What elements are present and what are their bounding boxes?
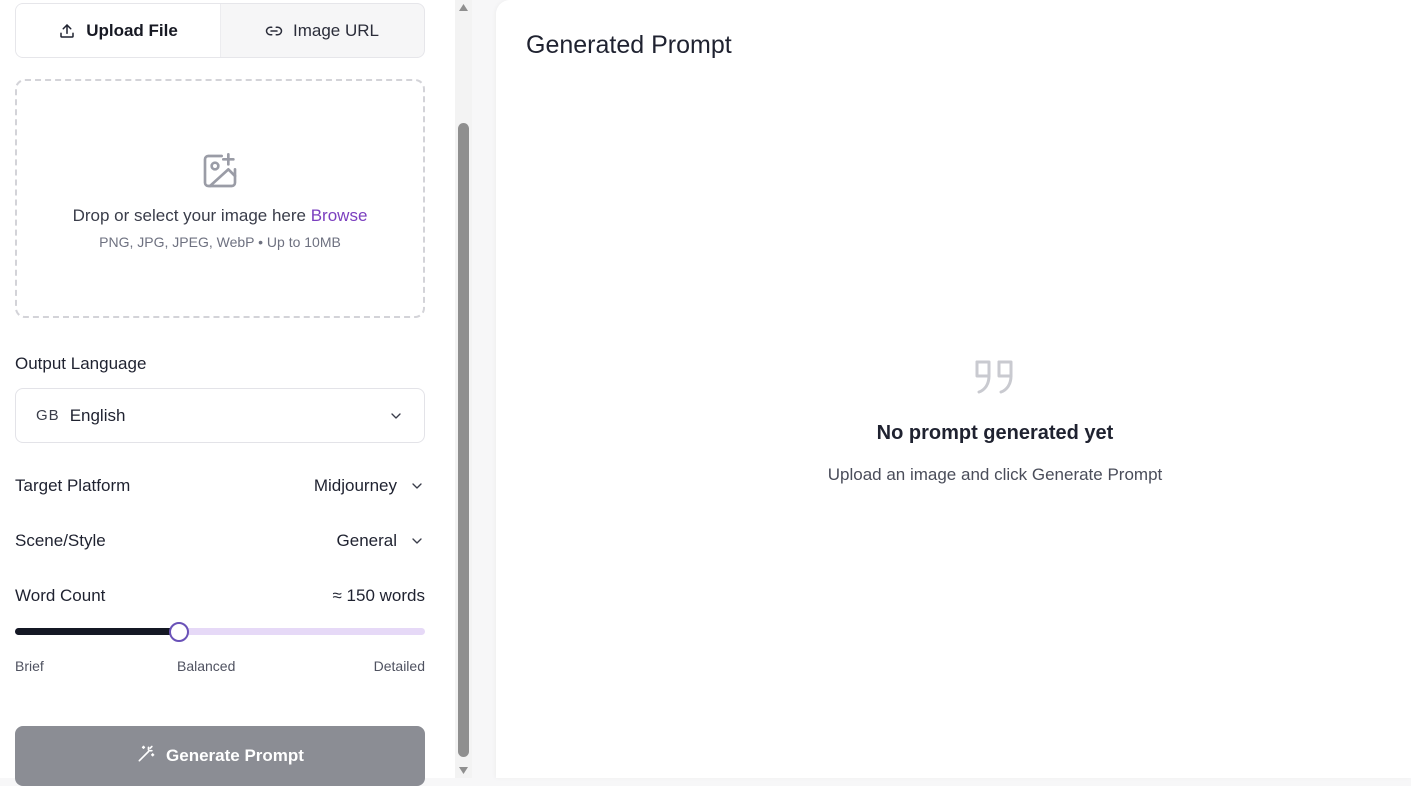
target-platform-label: Target Platform xyxy=(15,476,131,495)
scale-label-brief: Brief xyxy=(15,658,44,674)
image-dropzone[interactable]: Drop or select your image here Browse PN… xyxy=(15,79,425,318)
word-count-slider[interactable] xyxy=(15,621,425,643)
empty-state-subtitle: Upload an image and click Generate Promp… xyxy=(827,465,1163,484)
scroll-down-arrow-icon[interactable] xyxy=(458,765,469,775)
empty-state-title: No prompt generated yet xyxy=(876,422,1114,444)
chevron-down-icon xyxy=(409,478,425,494)
slider-fill xyxy=(15,628,179,635)
word-count-label: Word Count xyxy=(15,586,106,605)
target-platform-value: Midjourney xyxy=(313,476,397,495)
scrollbar-thumb[interactable] xyxy=(458,123,469,757)
scene-style-label: Scene/Style xyxy=(15,531,106,550)
magic-wand-icon xyxy=(136,744,156,769)
generate-prompt-button[interactable]: Generate Prompt xyxy=(15,726,425,786)
output-language-select[interactable]: GB English xyxy=(15,388,425,443)
tab-upload-file-label: Upload File xyxy=(86,20,178,40)
target-platform-select[interactable]: Midjourney xyxy=(314,476,425,496)
browse-link[interactable]: Browse xyxy=(311,206,368,225)
output-language-label: Output Language xyxy=(15,354,147,373)
dropzone-main-text: Drop or select your image here xyxy=(72,206,306,225)
scale-label-balanced: Balanced xyxy=(177,658,236,674)
scale-label-detailed: Detailed xyxy=(373,658,425,674)
settings-panel: Upload File Image URL Drop or select you… xyxy=(0,0,455,786)
left-panel-scrollbar[interactable] xyxy=(455,0,472,778)
result-panel: Generated Prompt No prompt generated yet… xyxy=(496,0,1411,778)
source-tabs: Upload File Image URL xyxy=(15,3,425,58)
scene-style-value: General xyxy=(336,531,397,550)
slider-thumb[interactable] xyxy=(169,622,189,642)
slider-scale-labels: Brief Balanced Detailed xyxy=(15,658,425,676)
link-icon xyxy=(265,22,283,40)
empty-state: No prompt generated yet Upload an image … xyxy=(496,356,1411,485)
dropzone-text: Drop or select your image here Browse xyxy=(73,206,368,226)
quote-icon xyxy=(496,356,1411,400)
tab-upload-file[interactable]: Upload File xyxy=(16,4,220,57)
upload-icon xyxy=(58,22,76,40)
scroll-up-arrow-icon[interactable] xyxy=(458,3,469,13)
tab-image-url-label: Image URL xyxy=(293,20,379,40)
result-title: Generated Prompt xyxy=(526,31,732,59)
dropzone-formats: PNG, JPG, JPEG, WebP • Up to 10MB xyxy=(99,234,341,250)
tab-image-url[interactable]: Image URL xyxy=(220,4,424,57)
image-plus-icon xyxy=(200,151,240,196)
language-flag-code: GB xyxy=(36,407,60,424)
generate-prompt-label: Generate Prompt xyxy=(166,746,304,765)
output-language-value: English xyxy=(69,405,126,425)
chevron-down-icon xyxy=(409,533,425,549)
scene-style-select[interactable]: General xyxy=(337,531,425,551)
chevron-down-icon xyxy=(388,408,404,424)
word-count-value: ≈ 150 words xyxy=(332,586,426,605)
